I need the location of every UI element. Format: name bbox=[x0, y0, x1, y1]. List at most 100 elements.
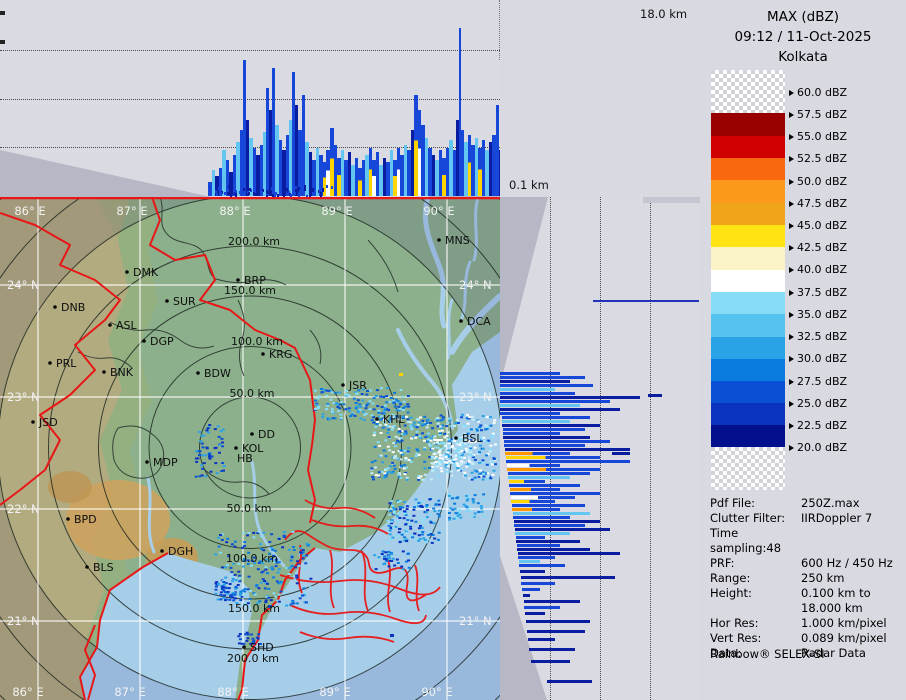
echo-row bbox=[502, 424, 600, 427]
echo-line bbox=[593, 300, 699, 302]
echo-pixel bbox=[302, 587, 306, 590]
echo-pixel bbox=[345, 390, 349, 393]
echo-pixel bbox=[304, 562, 308, 565]
echo-pixel bbox=[391, 557, 395, 560]
echo-pixel bbox=[248, 597, 252, 600]
echo-pixel bbox=[399, 403, 403, 406]
echo-pixel bbox=[371, 402, 375, 405]
echo-pixel bbox=[219, 430, 223, 433]
echo-pixel bbox=[452, 455, 456, 458]
echo-pixel bbox=[220, 437, 224, 440]
echo-pixel bbox=[373, 554, 377, 557]
echo-pixel bbox=[481, 462, 485, 465]
echo-pixel bbox=[246, 534, 250, 537]
echo-pixel bbox=[476, 502, 480, 505]
echo-pixel bbox=[414, 520, 418, 523]
echo-pixel bbox=[397, 531, 401, 534]
echo-pixel bbox=[315, 403, 319, 406]
echo-pixel bbox=[421, 478, 425, 481]
echo-pixel bbox=[327, 389, 331, 392]
echo-pixel bbox=[489, 416, 492, 419]
echo-row bbox=[503, 428, 585, 431]
latitude-label: 24° N bbox=[459, 278, 492, 292]
echo-pixel bbox=[438, 454, 442, 457]
meta-value: 600 Hz / 450 Hz bbox=[801, 556, 893, 570]
echo-pixel bbox=[473, 476, 477, 479]
echo-pixel bbox=[450, 470, 453, 473]
echo-pixel bbox=[433, 510, 437, 513]
echo-pixel bbox=[480, 429, 483, 432]
echo-pixel bbox=[447, 442, 451, 445]
echo-pixel bbox=[437, 515, 441, 518]
echo-pixel bbox=[411, 536, 415, 539]
echo-pixel bbox=[382, 476, 386, 479]
echo-pixel bbox=[397, 427, 401, 430]
city-dot bbox=[145, 460, 149, 464]
echo-pixel bbox=[423, 521, 427, 524]
echo-pixel bbox=[276, 571, 280, 574]
echo-pixel bbox=[480, 507, 484, 510]
scale-arrow-icon bbox=[789, 289, 794, 296]
echo-pixel bbox=[214, 585, 218, 588]
city-dot bbox=[125, 270, 129, 274]
coverage-wedge bbox=[0, 149, 211, 197]
product-name: MAX (dBZ) bbox=[766, 9, 840, 25]
echo-pixel bbox=[477, 475, 481, 478]
right-height-profile-panel[interactable] bbox=[500, 197, 700, 700]
echo-pixel bbox=[401, 408, 405, 411]
radar-map-view[interactable]: 86° E 86° E 87° E 87° E 88° E 88° E 89° E 89° E… bbox=[0, 197, 500, 700]
echo-pixel bbox=[471, 418, 475, 421]
meta-row: Height: 0.100 km to bbox=[710, 586, 906, 601]
echo-row bbox=[509, 484, 580, 487]
echo-pixel bbox=[399, 373, 403, 376]
echo-pixel bbox=[454, 422, 458, 425]
echo-pixel bbox=[294, 566, 297, 569]
echo-pixel bbox=[424, 511, 428, 514]
scale-color-block bbox=[711, 314, 785, 337]
echo-speck bbox=[220, 192, 222, 195]
echo-pixel bbox=[201, 454, 204, 457]
city-dot bbox=[375, 417, 379, 421]
echo-row bbox=[518, 556, 555, 559]
echo-pixel bbox=[439, 414, 443, 417]
echo-pixel bbox=[430, 444, 434, 447]
echo-pixel bbox=[304, 591, 308, 594]
echo-pixel bbox=[400, 439, 404, 442]
echo-row bbox=[500, 372, 560, 375]
echo-pixel bbox=[470, 478, 474, 481]
echo-pixel bbox=[253, 593, 257, 596]
echo-pixel bbox=[400, 565, 404, 568]
echo-pixel bbox=[470, 471, 474, 474]
echo-pixel bbox=[393, 510, 397, 513]
echo-pixel bbox=[423, 423, 427, 426]
echo-pixel bbox=[470, 454, 474, 457]
echo-pixel bbox=[219, 534, 222, 536]
echo-pixel bbox=[354, 392, 358, 395]
echo-pixel bbox=[451, 497, 454, 500]
meta-label: Pdf File: bbox=[710, 496, 756, 510]
echo-pixel bbox=[379, 454, 383, 457]
scale-arrow-icon bbox=[789, 444, 794, 451]
echo-pixel bbox=[400, 464, 404, 467]
echo-row bbox=[514, 524, 585, 527]
scale-color-block bbox=[711, 337, 785, 359]
echo-row bbox=[515, 528, 610, 531]
echo-pixel bbox=[206, 427, 210, 430]
city-dot bbox=[165, 299, 169, 303]
echo-pixel bbox=[403, 405, 407, 408]
city-label: BPD bbox=[74, 513, 97, 526]
city-dot bbox=[341, 383, 345, 387]
echo-pixel bbox=[394, 445, 398, 448]
echo-pixel bbox=[383, 555, 387, 558]
echo-pixel bbox=[251, 637, 255, 640]
echo-pixel bbox=[282, 531, 286, 533]
echo-row bbox=[502, 416, 590, 419]
echo-speck bbox=[294, 192, 296, 195]
echo-pixel bbox=[292, 548, 296, 551]
echo-pixel bbox=[392, 506, 396, 509]
top-height-profile-panel[interactable] bbox=[0, 0, 500, 197]
echo-pixel bbox=[409, 426, 413, 429]
echo-pixel bbox=[220, 470, 224, 472]
echo-pixel bbox=[208, 424, 212, 426]
echo-pixel bbox=[228, 583, 232, 585]
